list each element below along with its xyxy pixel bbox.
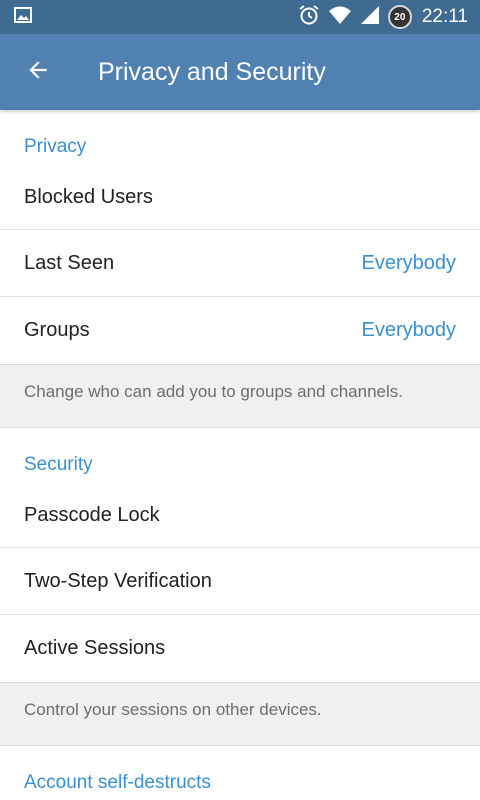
arrow-back-icon <box>25 57 51 88</box>
status-left <box>14 6 32 28</box>
settings-list: Privacy Blocked Users Last Seen Everybod… <box>0 110 480 800</box>
active-sessions-label: Active Sessions <box>24 637 166 659</box>
privacy-hint: Change who can add you to groups and cha… <box>0 364 480 428</box>
last-seen-label: Last Seen <box>24 251 115 274</box>
passcode-lock-row[interactable]: Passcode Lock <box>0 500 480 548</box>
app-bar: Privacy and Security <box>0 34 480 110</box>
groups-label: Groups <box>24 319 90 341</box>
account-section: Account self-destructs <box>0 746 480 800</box>
battery-level: 20 <box>394 11 406 23</box>
page-title: Privacy and Security <box>98 57 326 86</box>
passcode-lock-label: Passcode Lock <box>24 504 160 526</box>
status-right: 20 22:11 <box>298 4 468 31</box>
security-header: Security <box>24 454 93 475</box>
status-bar: 20 22:11 <box>0 0 480 34</box>
active-sessions-row[interactable]: Active Sessions <box>0 615 480 682</box>
last-seen-row[interactable]: Last Seen Everybody <box>0 230 480 297</box>
blocked-users-row[interactable]: Blocked Users <box>0 182 480 230</box>
blocked-users-label: Blocked Users <box>24 186 153 208</box>
privacy-section: Privacy Blocked Users Last Seen Everybod… <box>0 110 480 364</box>
groups-value: Everybody <box>361 319 457 341</box>
status-time: 22:11 <box>421 6 468 27</box>
security-section: Security Passcode Lock Two-Step Verifica… <box>0 428 480 682</box>
privacy-header: Privacy <box>24 136 87 157</box>
two-step-verification-label: Two-Step Verification <box>24 569 212 592</box>
last-seen-value: Everybody <box>361 251 457 274</box>
back-button[interactable] <box>8 34 68 110</box>
groups-row[interactable]: Groups Everybody <box>0 297 480 364</box>
image-icon <box>14 6 32 28</box>
wifi-icon <box>328 5 352 30</box>
battery-icon: 20 <box>387 5 412 29</box>
two-step-verification-row[interactable]: Two-Step Verification <box>0 548 480 615</box>
security-hint: Control your sessions on other devices. <box>0 682 480 746</box>
account-header: Account self-destructs <box>24 772 211 793</box>
alarm-icon <box>298 4 320 31</box>
signal-icon <box>360 5 380 30</box>
